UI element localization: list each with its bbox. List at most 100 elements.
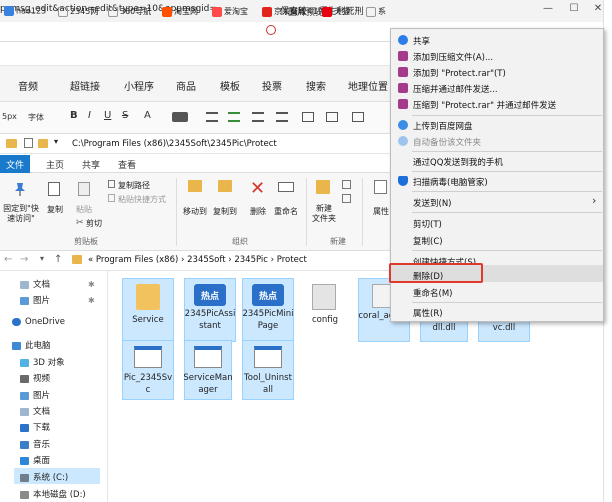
bookmark-item[interactable]: 360导航	[108, 6, 151, 17]
line-spacing-icon[interactable]	[352, 112, 364, 122]
paste-button[interactable]: 粘贴	[72, 204, 96, 215]
menu-item-properties[interactable]: 属性(R)	[400, 304, 600, 321]
menu-separator	[412, 115, 602, 116]
menu-item-rename[interactable]: 重命名(M)	[400, 284, 600, 301]
new-folder-icon[interactable]	[38, 139, 48, 148]
copy-path-button[interactable]: 复制路径	[118, 180, 150, 191]
nav-item-documents-pc[interactable]: 文档	[20, 405, 50, 417]
bookmark-item[interactable]: 爱淘宝	[212, 6, 248, 17]
tab-location[interactable]: 地理位置	[348, 78, 388, 93]
paste-shortcut-button[interactable]: 粘贴快捷方式	[118, 194, 166, 205]
underline-button[interactable]: U	[104, 110, 111, 121]
cut-button[interactable]: 剪切	[86, 218, 102, 229]
nav-item-desktop[interactable]: 桌面	[20, 454, 50, 466]
nav-item-documents[interactable]: 文档	[20, 278, 50, 290]
file-label: Tool_Uninstall	[244, 373, 292, 395]
nav-item-downloads[interactable]: 下载	[20, 421, 50, 433]
file-label: 2345PicMiniPage	[242, 309, 294, 331]
minimize-icon[interactable]: —	[540, 3, 556, 17]
config-file-icon[interactable]	[312, 284, 336, 310]
menu-item-add-archive[interactable]: 添加到压缩文件(A)...	[398, 48, 600, 65]
font-family-select[interactable]: 字体	[28, 112, 44, 123]
forward-icon[interactable]: →	[20, 254, 28, 265]
menu-item-share[interactable]: 共享	[398, 32, 600, 49]
copy-to-button[interactable]: 复制到	[212, 206, 238, 217]
align-left-icon[interactable]	[206, 112, 218, 122]
jd-icon	[262, 6, 272, 17]
font-size-select[interactable]: 5px	[2, 112, 17, 121]
menu-item-scan-virus[interactable]: 扫描病毒(电脑管家)	[398, 173, 600, 190]
nav-item-local-d[interactable]: 本地磁盘 (D:)	[20, 488, 86, 500]
tab-share[interactable]: 共享	[82, 158, 100, 171]
up-icon[interactable]: ↑	[54, 254, 62, 265]
properties-icon[interactable]	[24, 138, 33, 148]
menu-item-copy[interactable]: 复制(C)	[400, 232, 600, 249]
text-color-button[interactable]: A	[144, 110, 151, 121]
tab-audio[interactable]: 音频	[18, 78, 38, 93]
crumb-2345soft[interactable]: 2345Soft	[187, 255, 225, 265]
bookmark-item[interactable]: hao123	[4, 6, 46, 16]
nav-item-pictures-pc[interactable]: 图片	[20, 389, 50, 401]
crumb-protect[interactable]: Protect	[277, 255, 307, 265]
nav-item-3d-objects[interactable]: 3D 对象	[20, 356, 65, 368]
menu-item-auto-backup[interactable]: 自动备份该文件夹	[398, 133, 600, 150]
list-icon[interactable]	[326, 112, 338, 122]
menu-item-compress-email[interactable]: 压缩并通过邮件发送...	[398, 80, 600, 97]
nav-item-pictures[interactable]: 图片	[20, 294, 50, 306]
menu-item-add-protect-rar[interactable]: 添加到 "Protect.rar"(T)	[398, 64, 600, 81]
tab-file[interactable]: 文件	[0, 155, 30, 173]
bookmark-item[interactable]: 天猫	[322, 6, 350, 17]
exe-icon	[134, 346, 162, 368]
align-center-icon[interactable]	[228, 112, 240, 122]
bold-button[interactable]: B	[70, 110, 78, 121]
properties-button[interactable]: 属性	[370, 206, 392, 217]
pictures-icon	[20, 296, 29, 305]
tab-vote[interactable]: 投票	[262, 78, 282, 93]
menu-item-compress-protect-email[interactable]: 压缩到 "Protect.rar" 并通过邮件发送	[398, 96, 600, 113]
menu-separator	[412, 302, 602, 303]
nav-item-onedrive[interactable]: OneDrive	[12, 317, 65, 327]
nav-item-videos[interactable]: 视频	[20, 372, 50, 384]
delete-button[interactable]: 删除	[248, 206, 268, 217]
breadcrumb[interactable]: « Program Files (x86) › 2345Soft › 2345P…	[88, 255, 307, 265]
crumb-program-files[interactable]: Program Files (x86)	[96, 255, 178, 265]
new-folder-button[interactable]: 新建 文件夹	[310, 204, 338, 224]
tab-template[interactable]: 模板	[220, 78, 240, 93]
justify-icon[interactable]	[276, 112, 288, 122]
tab-home[interactable]: 主页	[46, 158, 64, 171]
bookmark-item[interactable]: 2345网	[58, 6, 98, 17]
align-right-icon[interactable]	[252, 112, 264, 122]
nav-item-music[interactable]: 音乐	[20, 438, 50, 450]
strike-button[interactable]: S	[122, 110, 128, 121]
menu-item-send-to[interactable]: 发送到(N)	[400, 194, 600, 211]
copy-button[interactable]: 复制	[44, 204, 66, 215]
nav-item-system-c[interactable]: 系统 (C:)	[20, 471, 68, 483]
bookmark-item[interactable]: 系	[366, 6, 386, 17]
tab-mini-program[interactable]: 小程序	[124, 78, 154, 93]
bookmark-item[interactable]: 京东商城	[262, 6, 306, 17]
back-icon[interactable]: ←	[4, 254, 12, 265]
nav-item-this-pc[interactable]: 此电脑	[12, 339, 51, 351]
menu-item-cut[interactable]: 剪切(T)	[400, 215, 600, 232]
tab-product[interactable]: 商品	[176, 78, 196, 93]
menu-item-send-qq-phone[interactable]: 通过QQ发送到我的手机	[400, 153, 600, 170]
tab-hyperlink[interactable]: 超链接	[70, 78, 100, 93]
pin-quick-access-button[interactable]: 固定到"快 速访问"	[2, 204, 40, 224]
easy-access-icon[interactable]	[342, 194, 351, 203]
new-item-icon[interactable]	[342, 180, 351, 189]
copy-path-icon	[108, 180, 115, 188]
bookmark-item[interactable]: 淘宝网	[162, 6, 198, 17]
chevron-down-icon[interactable]: ▾	[54, 137, 58, 146]
highlight-icon[interactable]	[172, 112, 188, 122]
indent-icon[interactable]	[302, 112, 314, 122]
ribbon-divider	[306, 178, 307, 246]
italic-button[interactable]: I	[88, 110, 91, 121]
tab-search[interactable]: 搜索	[306, 78, 326, 93]
maximize-icon[interactable]: ☐	[566, 3, 582, 17]
recent-locations-icon[interactable]: ▾	[40, 254, 44, 263]
menu-item-upload-baidu[interactable]: 上传到百度网盘	[398, 117, 600, 134]
tab-view[interactable]: 查看	[118, 158, 136, 171]
crumb-2345pic[interactable]: 2345Pic	[234, 255, 268, 265]
rename-button[interactable]: 重命名	[272, 206, 300, 217]
move-to-button[interactable]: 移动到	[182, 206, 208, 217]
